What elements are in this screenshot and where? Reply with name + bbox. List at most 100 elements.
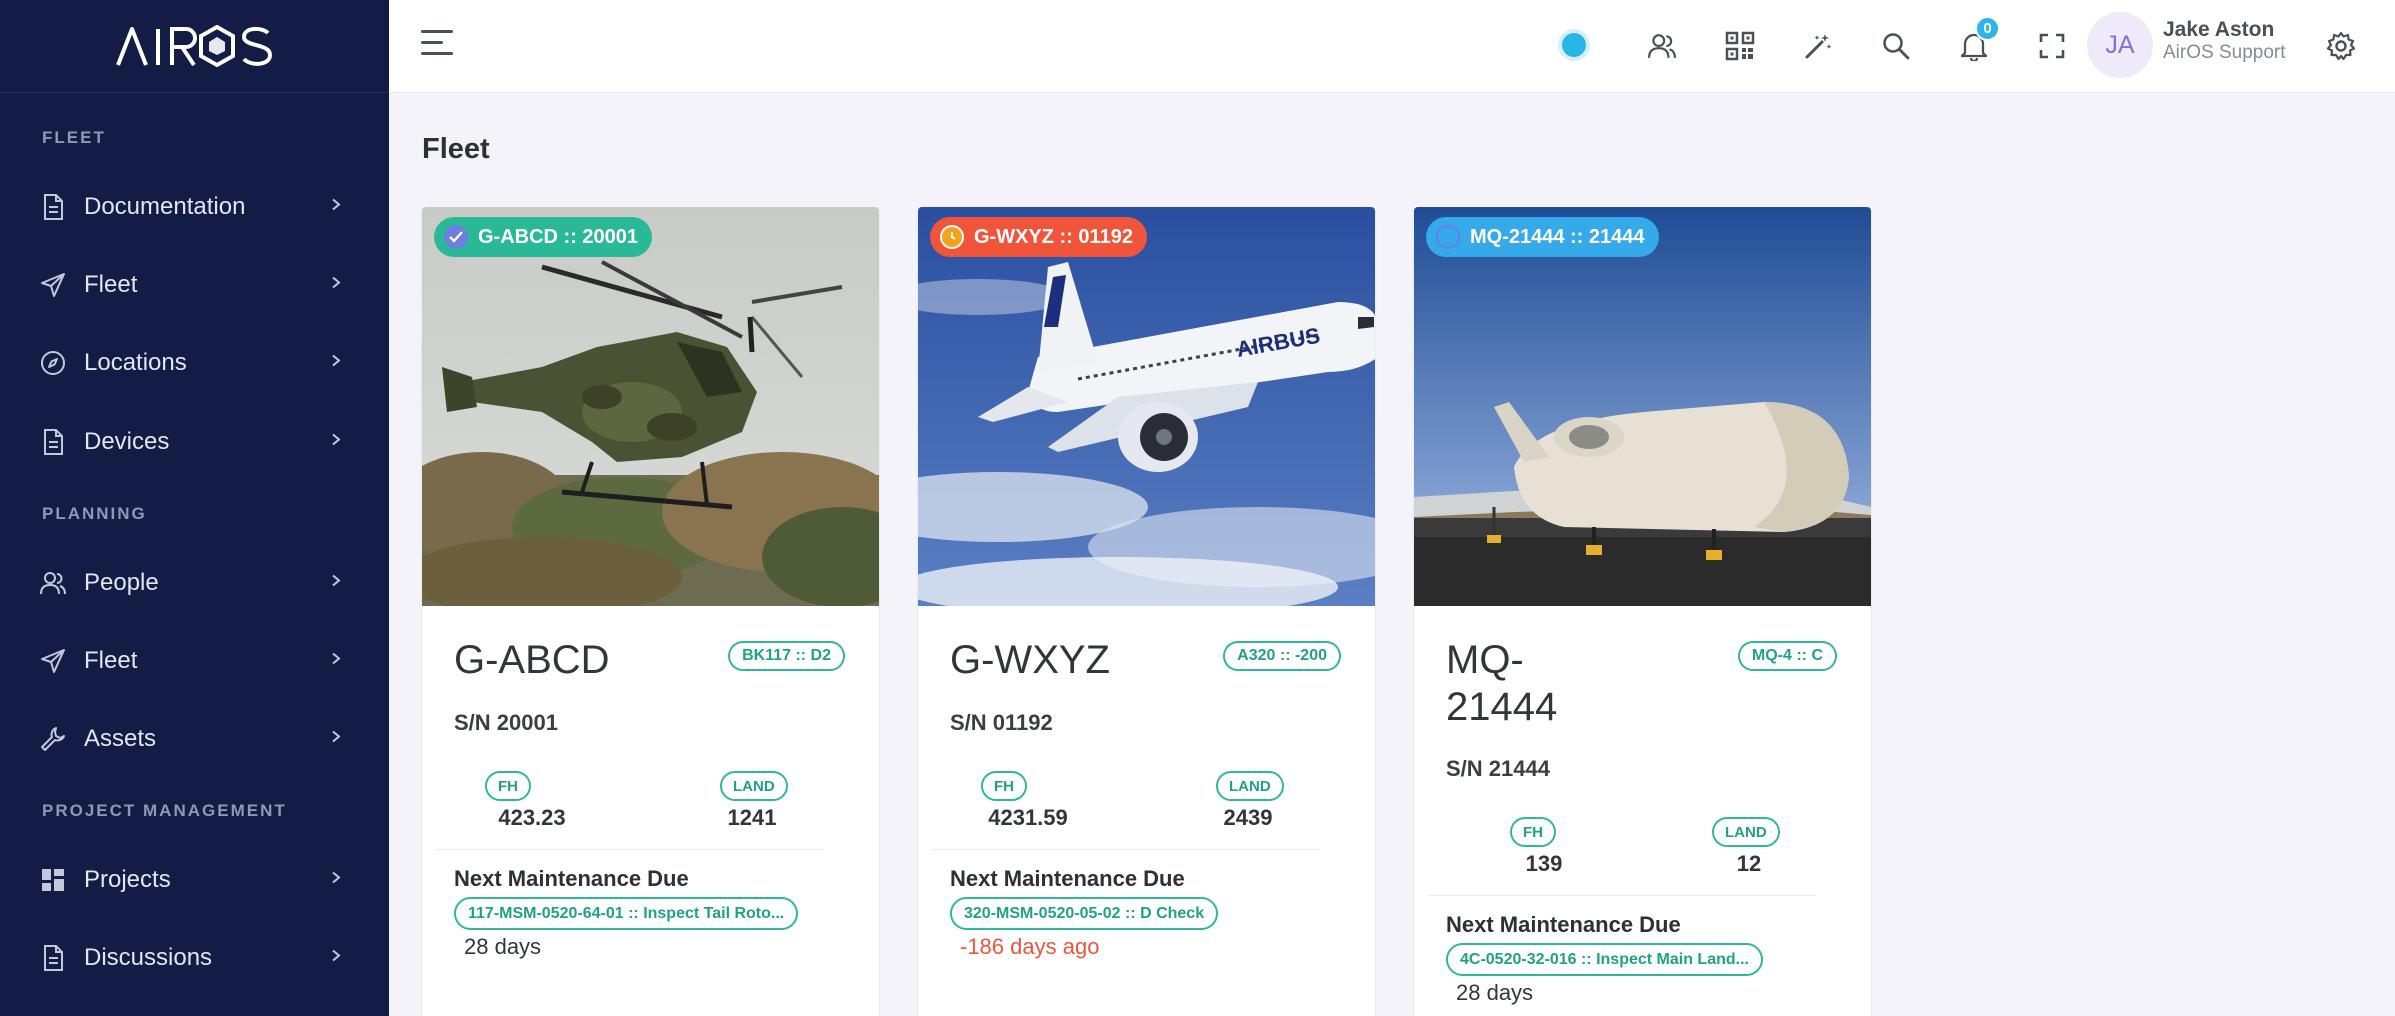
maintenance-due: -186 days ago <box>960 934 1100 959</box>
divider <box>1428 895 1816 896</box>
aircraft-card[interactable]: AIRBUS G-WXYZ :: 01192 G-WXYZ A320 :: -2… <box>918 207 1375 1016</box>
next-maintenance-title: Next Maintenance Due <box>1446 912 1681 937</box>
chevron-right-icon <box>331 574 341 593</box>
sidebar-item-locations[interactable]: Locations <box>0 333 389 393</box>
sidebar-item-label: Discussions <box>84 944 213 971</box>
sidebar-item-people[interactable]: People <box>0 553 389 613</box>
topbar: 0 JA Jake Aston AirOS Support <box>389 0 2395 93</box>
gear-icon[interactable] <box>2321 26 2361 66</box>
aircraft-registration: MQ- 21444 <box>1446 637 1557 731</box>
document-icon <box>40 194 66 220</box>
maintenance-due: 28 days <box>1456 980 1534 1005</box>
compass-icon <box>40 350 66 376</box>
user-name[interactable]: Jake Aston <box>2163 18 2274 42</box>
chevron-right-icon <box>331 433 341 452</box>
sidebar: FLEET Documentation Fleet Locations Devi… <box>0 0 389 1016</box>
circle-icon <box>1436 225 1460 249</box>
sidebar-item-label: Devices <box>84 428 170 455</box>
maintenance-task-badge[interactable]: 4C-0520-32-016 :: Inspect Main Land... <box>1446 943 1763 976</box>
sidebar-item-projects[interactable]: Projects <box>0 850 389 910</box>
search-icon[interactable] <box>1876 26 1916 66</box>
aircraft-registration: G-WXYZ <box>950 638 1110 682</box>
next-maintenance-title: Next Maintenance Due <box>454 866 689 891</box>
aircraft-card[interactable]: G-ABCD :: 20001 G-ABCD BK117 :: D2 S/N 2… <box>422 207 879 1016</box>
chevron-right-icon <box>331 871 341 890</box>
land-badge: LAND <box>720 771 788 801</box>
serial-number: S/N 20001 <box>454 710 558 735</box>
wrench-icon <box>40 726 66 752</box>
people-icon[interactable] <box>1642 26 1682 66</box>
chevron-right-icon <box>331 354 341 373</box>
sidebar-item-label: Assets <box>84 725 157 752</box>
serial-number: S/N 21444 <box>1446 756 1550 781</box>
sidebar-item-fleet[interactable]: Fleet <box>0 255 389 315</box>
aircraft-type-badge: BK117 :: D2 <box>728 641 845 671</box>
chevron-right-icon <box>331 949 341 968</box>
paper-plane-icon <box>40 648 66 674</box>
avatar[interactable]: JA <box>2087 12 2153 78</box>
chevron-right-icon <box>331 652 341 671</box>
pill-label: G-ABCD :: 20001 <box>478 225 639 248</box>
sidebar-item-devices[interactable]: Devices <box>0 412 389 472</box>
hamburger-menu-icon[interactable] <box>421 30 453 60</box>
magic-wand-icon[interactable] <box>1798 26 1838 66</box>
section-title-fleet: FLEET <box>42 128 106 147</box>
fullscreen-icon[interactable] <box>2032 26 2072 66</box>
people-icon <box>40 570 66 596</box>
status-indicator[interactable] <box>1562 33 1586 57</box>
qr-code-icon[interactable] <box>1720 26 1760 66</box>
aircraft-status-pill: MQ-21444 :: 21444 <box>1426 217 1659 257</box>
sidebar-item-label: Fleet <box>84 271 138 298</box>
clock-icon <box>940 225 964 249</box>
document-icon <box>40 429 66 455</box>
serial-number: S/N 01192 <box>950 710 1053 735</box>
sidebar-item-label: Fleet <box>84 647 138 674</box>
sidebar-item-discussions[interactable]: Discussions <box>0 928 389 988</box>
sidebar-item-documentation[interactable]: Documentation <box>0 177 389 237</box>
grid-icon <box>40 867 66 893</box>
aircraft-registration-line1: MQ- <box>1446 638 1524 682</box>
divider <box>932 849 1320 850</box>
paper-plane-icon <box>40 272 66 298</box>
airliner-image: AIRBUS <box>918 207 1375 606</box>
maintenance-task-badge[interactable]: 117-MSM-0520-64-01 :: Inspect Tail Roto.… <box>454 897 799 930</box>
fh-badge: FH <box>485 771 531 801</box>
chevron-right-icon <box>331 198 341 217</box>
sidebar-item-fleet-planning[interactable]: Fleet <box>0 631 389 691</box>
logo-area <box>0 0 389 93</box>
fh-badge: FH <box>981 771 1027 801</box>
fh-value: 423.23 <box>498 805 566 830</box>
sidebar-item-assets[interactable]: Assets <box>0 709 389 769</box>
aircraft-card[interactable]: MQ-21444 :: 21444 MQ- 21444 MQ-4 :: C S/… <box>1414 207 1871 1016</box>
airos-logo[interactable] <box>115 25 274 67</box>
aircraft-registration: G-ABCD <box>454 638 610 682</box>
land-value: 12 <box>1736 851 1762 876</box>
fh-value: 4231.59 <box>988 805 1068 830</box>
check-icon <box>444 225 468 249</box>
aircraft-registration-line2: 21444 <box>1446 685 1558 729</box>
notification-count-badge: 0 <box>1975 16 2000 41</box>
aircraft-type-badge: A320 :: -200 <box>1223 641 1341 671</box>
chevron-right-icon <box>331 276 341 295</box>
sidebar-item-label: Locations <box>84 349 187 376</box>
pill-label: G-WXYZ :: 01192 <box>974 225 1133 248</box>
fh-badge: FH <box>1510 817 1556 847</box>
land-value: 2439 <box>1223 805 1273 830</box>
helicopter-image <box>422 207 879 606</box>
maintenance-task-badge[interactable]: 320-MSM-0520-05-02 :: D Check <box>950 897 1219 930</box>
bell-icon[interactable]: 0 <box>1954 16 2000 66</box>
aircraft-status-pill: G-ABCD :: 20001 <box>434 217 653 257</box>
page-title: Fleet <box>422 133 490 165</box>
user-role: AirOS Support <box>2163 42 2286 63</box>
aircraft-type-badge: MQ-4 :: C <box>1737 641 1837 671</box>
section-title-planning: PLANNING <box>42 504 147 523</box>
aircraft-status-pill: G-WXYZ :: 01192 <box>930 217 1147 257</box>
section-title-project-management: PROJECT MANAGEMENT <box>42 801 287 820</box>
land-value: 1241 <box>727 805 777 830</box>
chevron-right-icon <box>331 730 341 749</box>
divider <box>436 849 824 850</box>
land-badge: LAND <box>1216 771 1284 801</box>
fh-value: 139 <box>1525 851 1563 876</box>
document-icon <box>40 945 66 971</box>
pill-label: MQ-21444 :: 21444 <box>1470 225 1645 248</box>
